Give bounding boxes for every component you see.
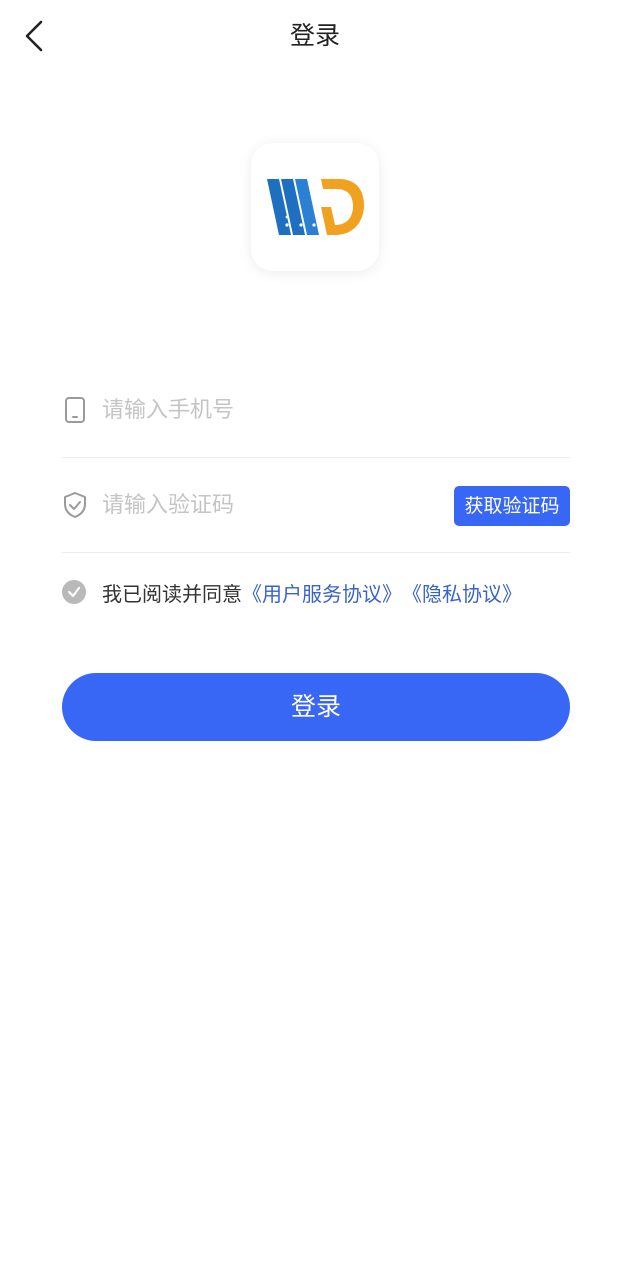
code-input[interactable] <box>102 485 432 525</box>
phone-field <box>62 362 570 458</box>
phone-input[interactable] <box>102 390 432 430</box>
agreement-text: 我已阅读并同意 <box>102 581 242 606</box>
user-agreement-link[interactable]: 《用户服务协议》 <box>242 578 402 607</box>
phone-icon <box>62 396 88 424</box>
check-icon <box>67 586 81 598</box>
page-title: 登录 <box>289 21 340 50</box>
shield-check-icon <box>62 491 88 519</box>
app-logo <box>251 143 379 271</box>
agreement-row: 我已阅读并同意 《用户服务协议》 《隐私协议》 <box>62 576 522 608</box>
code-field: 获取验证码 <box>62 457 570 553</box>
login-button[interactable]: 登录 <box>62 673 570 741</box>
privacy-policy-link[interactable]: 《隐私协议》 <box>402 578 522 607</box>
header: 登录 <box>0 0 630 72</box>
agreement-checkbox[interactable] <box>62 580 86 604</box>
get-code-button[interactable]: 获取验证码 <box>454 486 570 526</box>
app-logo-icon <box>267 179 364 235</box>
